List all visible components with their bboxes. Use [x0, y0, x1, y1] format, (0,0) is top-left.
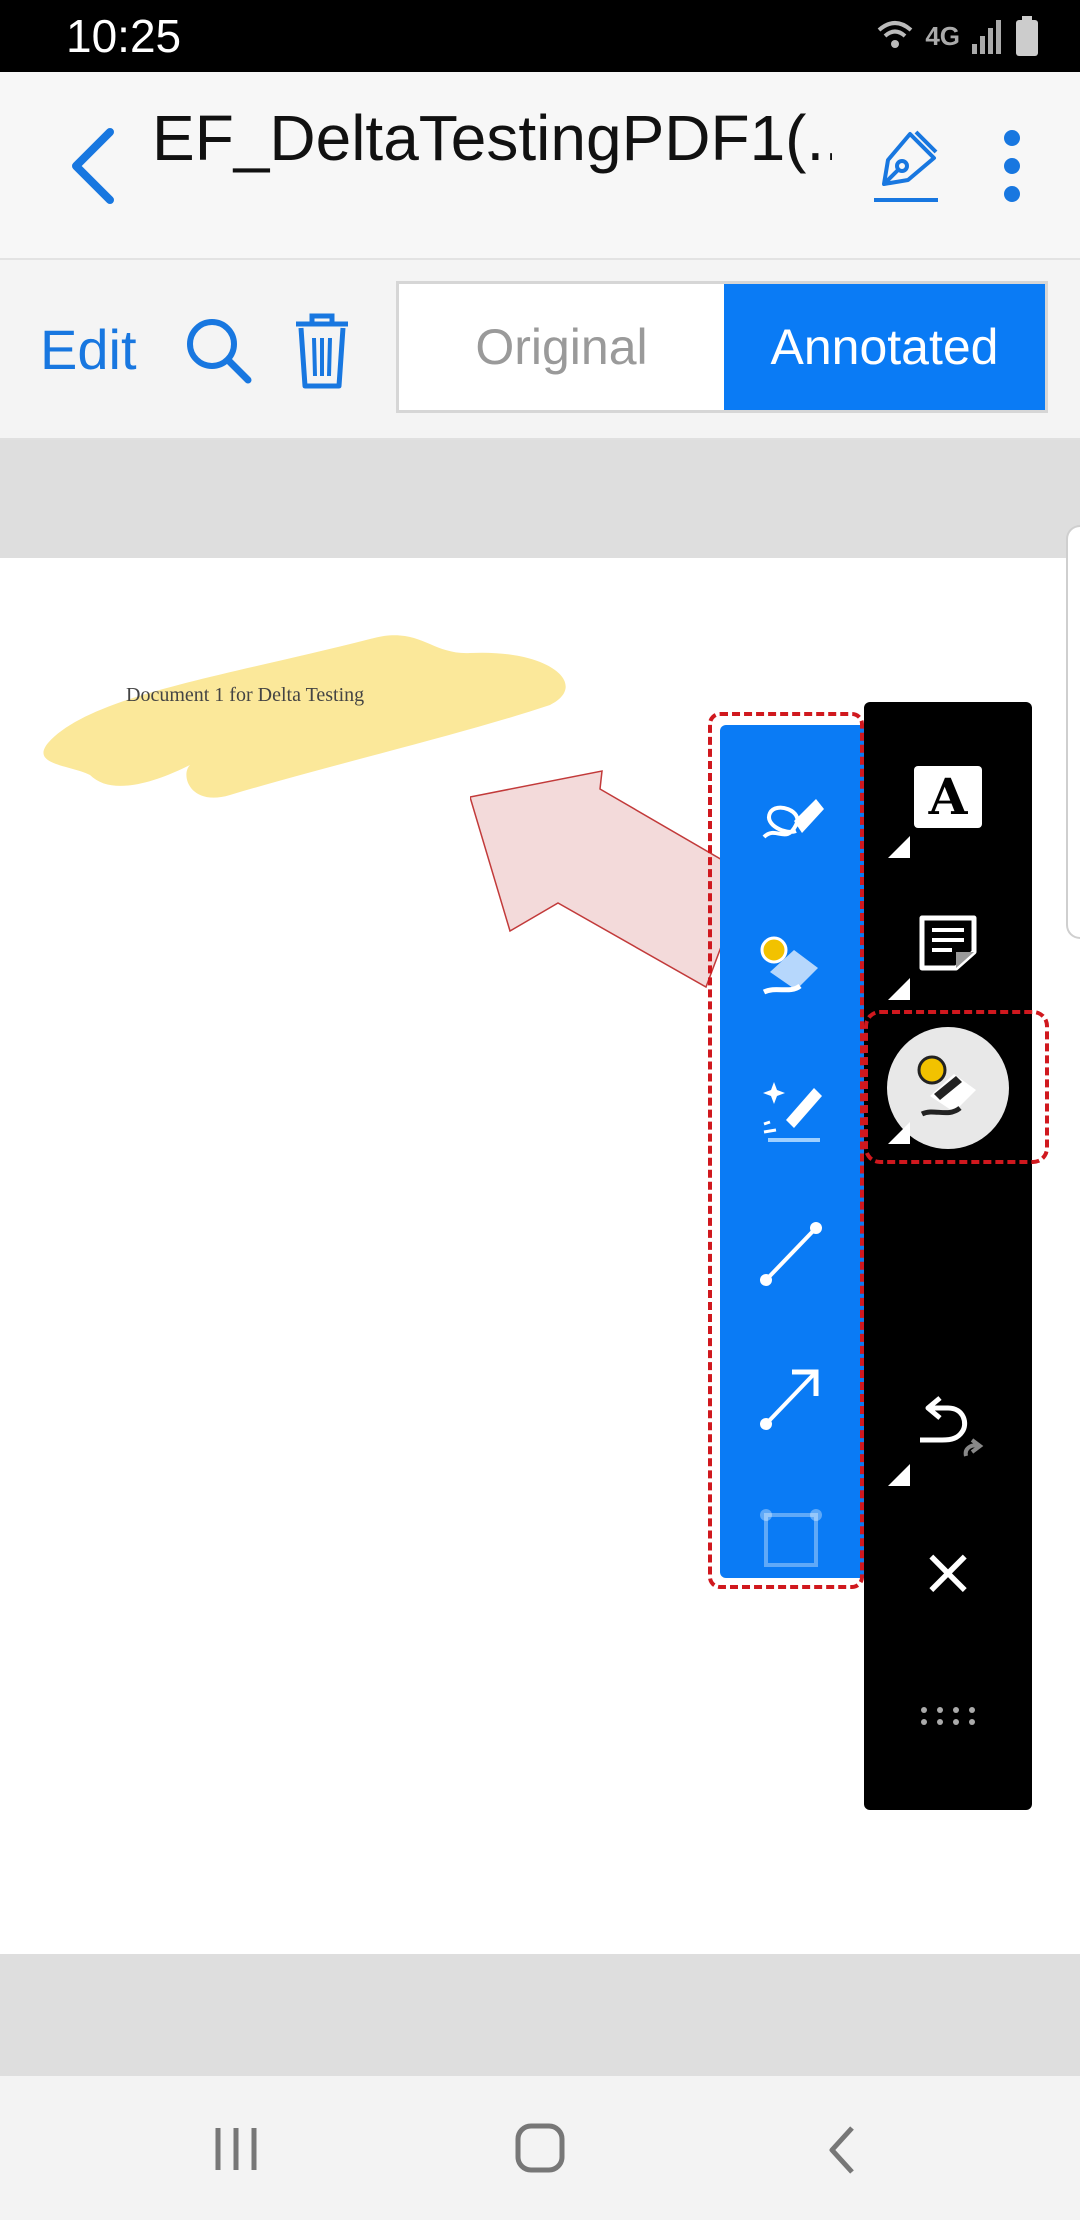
- page-gutter-bottom: [0, 1954, 1080, 2076]
- edit-button[interactable]: Edit: [40, 316, 137, 384]
- view-mode-toggle: Original Annotated: [396, 281, 1048, 413]
- page-title: EF_DeltaTestingPDF1(...: [152, 102, 832, 174]
- scroll-handle[interactable]: [1066, 525, 1080, 939]
- wifi-icon: [877, 21, 913, 48]
- status-icons: 4G: [875, 12, 1040, 60]
- battery-icon: [1016, 16, 1038, 56]
- close-glyph: ×: [920, 1533, 976, 1610]
- tab-original[interactable]: Original: [399, 284, 724, 410]
- undo-submenu-indicator: [888, 1464, 910, 1486]
- document-text: Document 1 for Delta Testing: [126, 684, 365, 706]
- text-tool-icon[interactable]: A: [914, 766, 982, 828]
- back-arrow-icon[interactable]: [66, 126, 120, 206]
- text-tool-glyph: A: [928, 767, 968, 826]
- annotation-tools-highlight-frame: [708, 712, 864, 1589]
- trash-icon[interactable]: [292, 312, 352, 390]
- back-nav-icon[interactable]: [822, 2124, 862, 2176]
- undo-redo-icon[interactable]: [912, 1388, 988, 1470]
- text-tool-submenu-indicator: [888, 836, 910, 858]
- main-tools-panel: [864, 702, 1032, 1810]
- sign-pen-icon[interactable]: [870, 128, 942, 204]
- network-type: 4G: [925, 20, 960, 51]
- highlighter-highlight-frame: [864, 1010, 1049, 1164]
- signal-icon: [972, 20, 1001, 54]
- note-tool-submenu-indicator: [888, 978, 910, 1000]
- overflow-menu-icon[interactable]: [998, 128, 1026, 204]
- recent-apps-icon[interactable]: [212, 2124, 262, 2174]
- search-icon[interactable]: [184, 316, 254, 386]
- home-icon[interactable]: [514, 2122, 566, 2174]
- tab-annotated[interactable]: Annotated: [724, 284, 1045, 410]
- note-tool-icon[interactable]: [916, 912, 980, 972]
- drag-handle-icon[interactable]: [920, 1704, 976, 1728]
- status-time: 10:25: [66, 10, 182, 62]
- page-gutter-top: [0, 440, 1080, 558]
- close-icon[interactable]: ×: [912, 1533, 984, 1610]
